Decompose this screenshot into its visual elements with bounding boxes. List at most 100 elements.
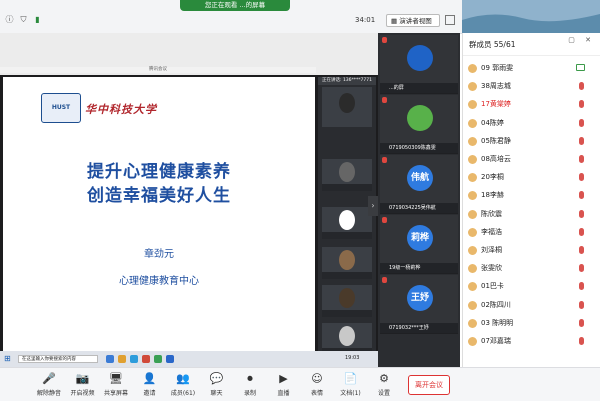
mic-muted-icon[interactable] <box>579 118 584 127</box>
nested-face <box>339 326 355 346</box>
desktop-wallpaper-image <box>462 0 600 33</box>
camera-icon: 📷 <box>75 372 90 385</box>
taskbar-app-icon <box>106 355 114 363</box>
member-row[interactable]: 08高培云 <box>463 152 600 166</box>
view-mode-label: 演讲者视图 <box>399 17 432 25</box>
meeting-timer: 34:01 <box>355 16 376 24</box>
member-avatar <box>468 82 477 92</box>
video-tile[interactable]: 0719050309陈鑫雯 <box>380 95 458 154</box>
toolbar-label: 解除静音 <box>36 390 61 397</box>
slide-org: 心理健康教育中心 <box>119 276 199 287</box>
member-row[interactable]: 01巴卡 <box>463 279 600 293</box>
member-name: 02陈四川 <box>481 300 511 309</box>
member-row[interactable]: 17黄棠婷 <box>463 97 600 111</box>
view-mode-button[interactable]: ▦ 演讲者视图 <box>386 14 440 27</box>
mic-muted-icon[interactable] <box>579 100 584 109</box>
member-name: 03 陈明明 <box>481 318 514 327</box>
toolbar-label: 邀请 <box>143 390 156 397</box>
info-icon[interactable]: ⓘ <box>4 14 15 25</box>
toolbar-label: 表情 <box>310 390 323 397</box>
shared-screen: 腾讯会议 HUST 华中科技大学 提升心理健康素养 创造幸福美好人生 章劲元 心… <box>0 33 378 367</box>
fullscreen-icon[interactable] <box>445 15 455 25</box>
mic-muted-icon[interactable] <box>579 173 584 182</box>
video-tile[interactable]: 王妤 0719032***王妤 <box>380 275 458 334</box>
video-tile[interactable]: 伟航 0719034225吴伟航 <box>380 155 458 214</box>
member-row[interactable]: 03 陈明明 <box>463 316 600 330</box>
member-avatar <box>468 191 477 201</box>
invite-button[interactable]: 👤 邀请 <box>133 370 167 400</box>
member-avatar <box>468 337 477 346</box>
member-name: 07邓嘉瑞 <box>481 337 511 345</box>
member-avatar <box>468 64 477 73</box>
mic-muted-icon[interactable] <box>579 82 584 91</box>
member-row[interactable]: 18李赫 <box>463 188 600 202</box>
mic-muted-icon[interactable] <box>579 136 584 145</box>
live-button[interactable]: ▶ 直播 <box>267 370 301 400</box>
documents-button[interactable]: 📄 文档(1) <box>334 370 368 400</box>
mic-muted-icon[interactable] <box>579 300 584 309</box>
unmute-button[interactable]: 🎤 解除静音 <box>32 370 66 400</box>
mic-muted-icon[interactable] <box>579 282 584 291</box>
mic-muted-icon[interactable] <box>579 246 584 254</box>
window-controls[interactable]: ▢ ✕ <box>568 36 595 44</box>
mic-muted-icon[interactable] <box>579 264 584 273</box>
member-row[interactable]: 李福浩 <box>463 225 600 239</box>
signal-icon[interactable]: ▮ <box>32 14 43 25</box>
collapse-tiles-icon[interactable]: › <box>368 196 378 216</box>
nested-strip-header: 正在讲话: 136****7771 <box>318 77 376 85</box>
chat-button[interactable]: 💬 聊天 <box>200 370 234 400</box>
member-row[interactable]: 04陈婷 <box>463 116 600 130</box>
mic-muted-icon[interactable] <box>579 318 584 327</box>
sharing-status-pill[interactable]: 您正在观看 ...的屏幕 <box>180 0 290 11</box>
leave-meeting-button[interactable]: 离开会议 <box>408 375 450 395</box>
member-row[interactable]: 20李桐 <box>463 170 600 184</box>
mic-muted-icon[interactable] <box>579 155 584 163</box>
member-row[interactable]: 张雯欣 <box>463 261 600 275</box>
invite-icon: 👤 <box>142 372 157 385</box>
panel-header-background <box>462 0 600 33</box>
toolbar-items: 🎤 解除静音 📷 开启视频 🖥 共享屏幕 👤 邀请 👥 成员(61) 💬 聊天 ⏺ 录制 ▶ 直播 ☺ 表情 📄 文档… <box>0 368 390 401</box>
member-row[interactable]: 07邓嘉瑞 <box>463 334 600 348</box>
member-row[interactable]: 05陈君静 <box>463 134 600 148</box>
camera-icon[interactable] <box>576 64 585 71</box>
document-icon: 📄 <box>343 372 358 385</box>
member-row[interactable]: 38周志城 <box>463 79 600 93</box>
mic-muted-icon <box>382 97 387 103</box>
member-row[interactable]: 09 郭雨雯 <box>463 61 600 75</box>
tile-name-label: 0719034225吴伟航 <box>380 203 458 213</box>
tile-name-label: 19级一杨莉桦 <box>380 263 458 273</box>
slide-title-line2: 创造幸福美好人生 <box>87 186 231 206</box>
nested-tile <box>322 207 372 239</box>
video-tile[interactable]: ...的屏 <box>380 35 458 94</box>
windows-start-icon: ⊞ <box>4 354 11 363</box>
mic-muted-icon <box>382 37 387 43</box>
member-name: 05陈君静 <box>481 136 511 145</box>
member-row[interactable]: 刘泽桐 <box>463 243 600 257</box>
toolbar-label: 文档(1) <box>340 390 361 397</box>
share-screen-button[interactable]: 🖥 共享屏幕 <box>99 370 133 400</box>
member-name: 04陈婷 <box>481 118 504 127</box>
mic-muted-icon[interactable] <box>579 191 584 200</box>
member-row[interactable]: 陈欣震 <box>463 207 600 221</box>
nested-taskbar-clock: 19:03 <box>345 355 360 361</box>
mic-muted-icon[interactable] <box>579 227 584 236</box>
mic-muted-icon[interactable] <box>579 337 584 345</box>
nested-face <box>339 93 355 113</box>
settings-button[interactable]: ⚙ 设置 <box>367 370 401 400</box>
member-name: 38周志城 <box>481 82 511 91</box>
participant-avatar: 伟航 <box>407 165 433 191</box>
shield-icon[interactable]: ⛉ <box>18 14 29 25</box>
start-video-button[interactable]: 📷 开启视频 <box>66 370 100 400</box>
record-button[interactable]: ⏺ 录制 <box>233 370 267 400</box>
member-row[interactable]: 02陈四川 <box>463 298 600 312</box>
mic-muted-icon[interactable] <box>579 209 584 218</box>
video-tile[interactable]: 莉桦 19级一杨莉桦 <box>380 215 458 274</box>
members-button[interactable]: 👥 成员(61) <box>166 370 200 400</box>
nested-tile-label <box>322 184 372 191</box>
nested-face <box>339 162 355 182</box>
mic-muted-icon <box>382 217 387 223</box>
reactions-button[interactable]: ☺ 表情 <box>300 370 334 400</box>
member-name: 20李桐 <box>481 173 504 182</box>
member-name: 17黄棠婷 <box>481 100 511 109</box>
member-name: 08高培云 <box>481 155 511 163</box>
